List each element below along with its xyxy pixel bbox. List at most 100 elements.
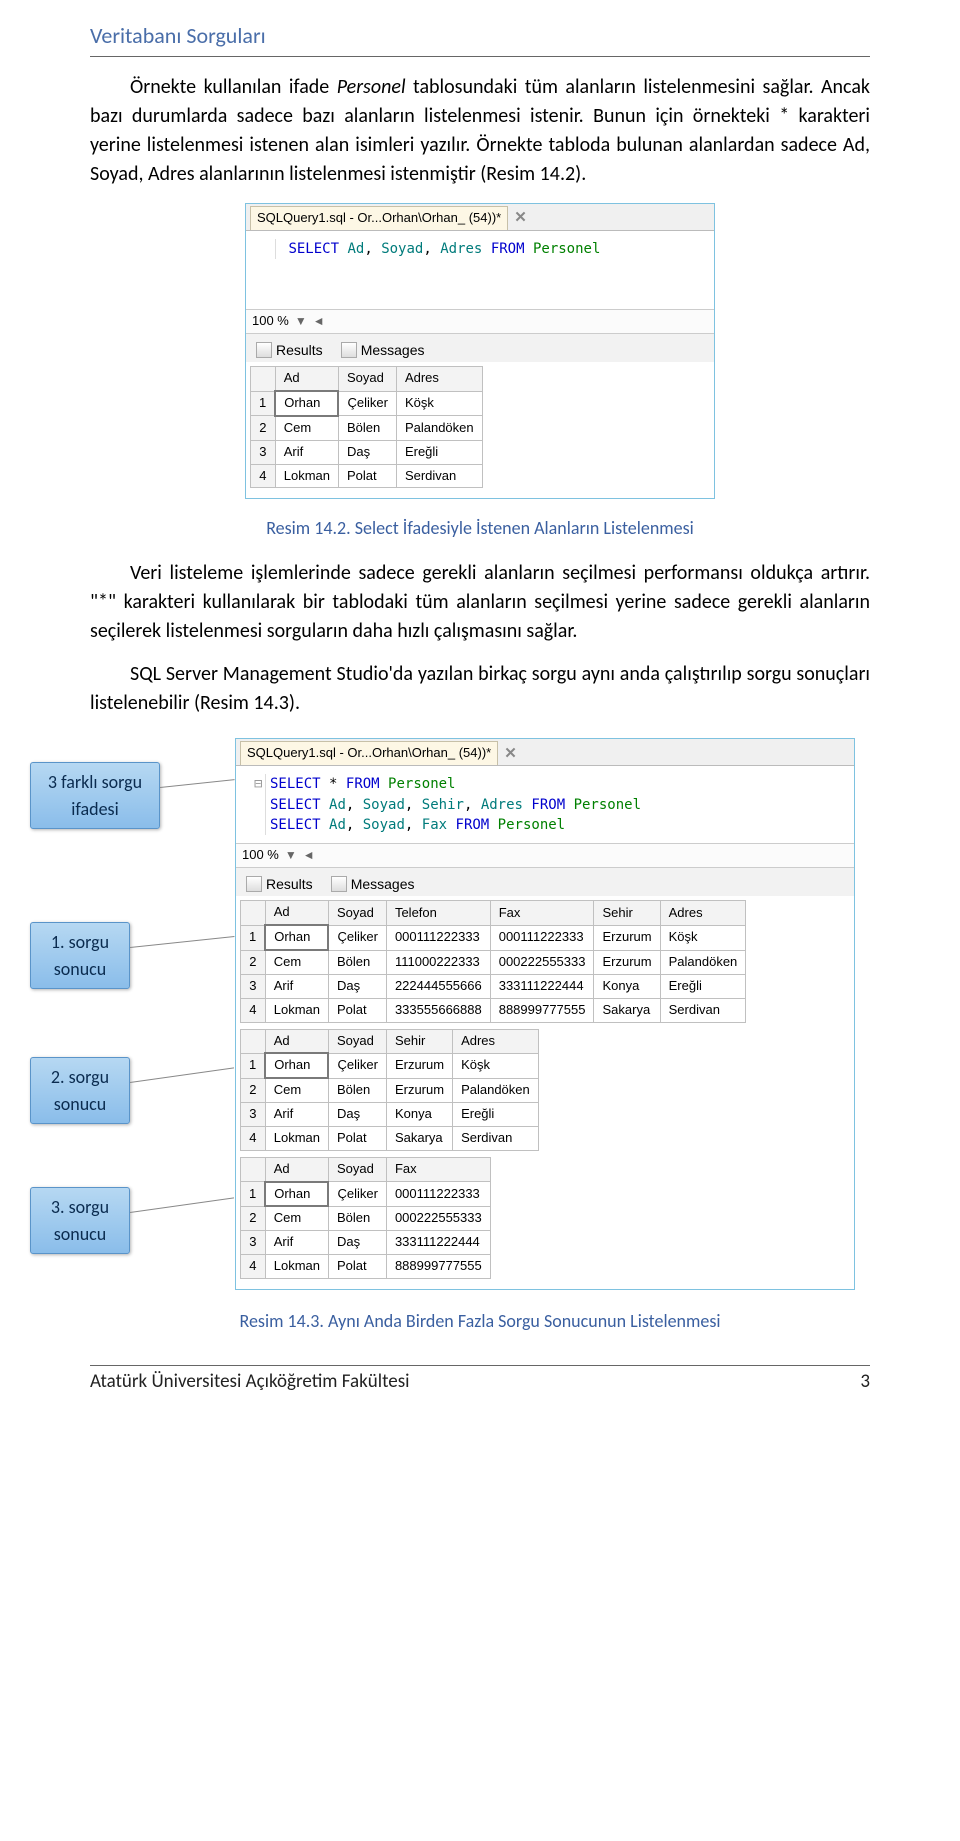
col-header[interactable]: Soyad [338, 367, 396, 391]
row-num: 2 [241, 950, 266, 974]
cell: 111000222333 [386, 950, 490, 974]
cell: Erzurum [386, 1053, 452, 1078]
editor-tab-label: SQLQuery1.sql - Or...Orhan\Orhan_ (54))* [247, 745, 491, 760]
zoom-scroll-left-icon[interactable]: ◄ [313, 313, 325, 330]
cell: Palandöken [453, 1078, 539, 1102]
col-soyad: Soyad [381, 241, 423, 257]
cell: Orhan [265, 1182, 328, 1207]
cell: Sakarya [386, 1126, 452, 1150]
cell: Cem [265, 1078, 328, 1102]
cell: Serdivan [453, 1126, 539, 1150]
row-num: 1 [241, 1182, 266, 1207]
table-row[interactable]: 3ArifDaş333111222444 [241, 1231, 491, 1255]
col-header[interactable]: Ad [265, 1157, 328, 1181]
zoom-scroll-left-icon[interactable]: ◄ [303, 847, 315, 864]
tab-close-icon[interactable]: ✕ [504, 743, 517, 765]
zoom-value[interactable]: 100 % [242, 846, 279, 865]
cell: Serdivan [660, 998, 746, 1022]
cell: Orhan [265, 1053, 328, 1078]
col-header[interactable]: Soyad [328, 1029, 386, 1053]
paragraph-1: Örnekte kullanılan ifade Personel tablos… [90, 73, 870, 189]
figure-14-3-caption: Resim 14.3. Aynı Anda Birden Fazla Sorgu… [90, 1308, 870, 1334]
col-header[interactable]: Fax [490, 901, 594, 925]
sql-editor-multi[interactable]: ⊟SELECT * FROM Personel SELECT Ad, Soyad… [236, 766, 854, 844]
col-header[interactable]: Telefon [386, 901, 490, 925]
figure-14-3-area: 3 farklı sorgu ifadesi 1. sorgu sonucu 2… [90, 732, 870, 1292]
cell: Konya [594, 974, 660, 998]
kw-select: SELECT [288, 241, 339, 257]
messages-label: Messages [361, 340, 425, 360]
col-header[interactable]: Ad [275, 367, 338, 391]
col-header[interactable]: Soyad [328, 901, 386, 925]
star: * [329, 776, 337, 792]
table-row[interactable]: 1OrhanÇeliker000111222333000111222333Erz… [241, 925, 746, 950]
col-header[interactable]: Ad [265, 1029, 328, 1053]
table-row[interactable]: 4LokmanPolatSerdivan [251, 464, 483, 488]
table-row[interactable]: 3ArifDaşKonyaEreğli [241, 1103, 539, 1127]
cell: Polat [328, 998, 386, 1022]
row-num: 3 [251, 440, 276, 464]
zoom-value[interactable]: 100 % [252, 312, 289, 331]
zoom-dropdown-icon[interactable]: ▼ [295, 313, 307, 330]
callout-result-3: 3. sorgu sonucu [30, 1187, 130, 1253]
cell: Orhan [275, 391, 338, 416]
table-row[interactable]: 1OrhanÇelikerKöşk [251, 391, 483, 416]
col-header[interactable]: Adres [396, 367, 482, 391]
editor-tab[interactable]: SQLQuery1.sql - Or...Orhan\Orhan_ (54))* [240, 741, 498, 765]
col: Sehir [422, 797, 464, 813]
tbl: Personel [574, 797, 641, 813]
table-row[interactable]: 2CemBölenErzurumPalandöken [241, 1078, 539, 1102]
table-row[interactable]: 2CemBölen111000222333000222555333Erzurum… [241, 950, 746, 974]
table-row[interactable]: 1OrhanÇelikerErzurumKöşk [241, 1053, 539, 1078]
table-row[interactable]: 3ArifDaşEreğli [251, 440, 483, 464]
table-row[interactable]: 4LokmanPolatSakaryaSerdivan [241, 1126, 539, 1150]
editor-tabbar: SQLQuery1.sql - Or...Orhan\Orhan_ (54))*… [236, 739, 854, 766]
row-num: 1 [241, 925, 266, 950]
results-grid-c: Ad Soyad Fax 1OrhanÇeliker000111222333 2… [240, 1157, 491, 1279]
table-row[interactable]: 4LokmanPolat888999777555 [241, 1255, 491, 1279]
cell: Ereğli [453, 1103, 539, 1127]
col-header[interactable]: Soyad [328, 1157, 386, 1181]
row-num: 3 [241, 1231, 266, 1255]
table-row[interactable]: 2CemBölen000222555333 [241, 1206, 491, 1230]
col-header[interactable]: Adres [660, 901, 746, 925]
messages-tab[interactable]: Messages [337, 338, 429, 362]
callout-line [130, 1068, 234, 1084]
tbl: Personel [388, 776, 455, 792]
cell: Daş [328, 1231, 386, 1255]
comma2: , [423, 241, 431, 257]
col-ad: Ad [347, 241, 364, 257]
table-row[interactable]: 1OrhanÇeliker000111222333 [241, 1182, 491, 1207]
col: Soyad [363, 817, 405, 833]
table-row[interactable]: 4LokmanPolat333555666888888999777555Saka… [241, 998, 746, 1022]
messages-tab[interactable]: Messages [327, 872, 419, 896]
cell: Cem [275, 416, 338, 440]
col-header[interactable]: Adres [453, 1029, 539, 1053]
row-num: 4 [241, 1255, 266, 1279]
cell: Bölen [338, 416, 396, 440]
cell: Bölen [328, 950, 386, 974]
col-header[interactable]: Sehir [386, 1029, 452, 1053]
cell: Serdivan [396, 464, 482, 488]
callout-result-1: 1. sorgu sonucu [30, 922, 130, 988]
results-label: Results [266, 874, 313, 894]
results-tab[interactable]: Results [252, 338, 327, 362]
zoom-dropdown-icon[interactable]: ▼ [285, 847, 297, 864]
table-row[interactable]: 3ArifDaş222444555666333111222444KonyaEre… [241, 974, 746, 998]
paragraph-3: SQL Server Management Studio'da yazılan … [90, 660, 870, 718]
col-header[interactable]: Ad [265, 901, 328, 925]
col-header[interactable]: Sehir [594, 901, 660, 925]
kw-select: SELECT [270, 817, 321, 833]
cell: 000222555333 [490, 950, 594, 974]
col-header[interactable]: Fax [386, 1157, 490, 1181]
cell: Cem [265, 950, 328, 974]
sql-editor[interactable]: SELECT Ad, Soyad, Adres FROM Personel [246, 231, 714, 310]
results-grid-1: Ad Soyad Adres 1OrhanÇelikerKöşk 2CemBöl… [250, 366, 483, 488]
tab-close-icon[interactable]: ✕ [514, 207, 527, 229]
cell: Lokman [275, 464, 338, 488]
tbl: Personel [498, 817, 565, 833]
row-num: 2 [251, 416, 276, 440]
table-row[interactable]: 2CemBölenPalandöken [251, 416, 483, 440]
editor-tab[interactable]: SQLQuery1.sql - Or...Orhan\Orhan_ (54))* [250, 206, 508, 230]
results-tab[interactable]: Results [242, 872, 317, 896]
